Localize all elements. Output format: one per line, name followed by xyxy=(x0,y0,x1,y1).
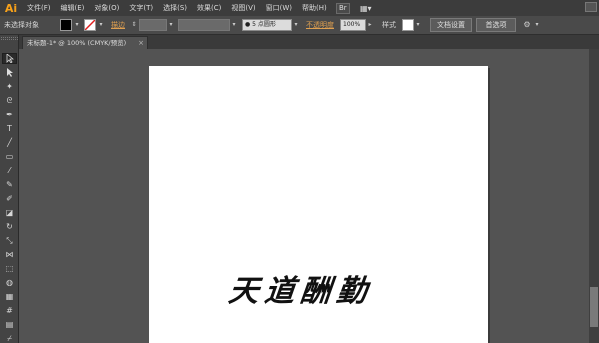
app-logo: Ai xyxy=(4,1,18,15)
menu-effect[interactable]: 效果(C) xyxy=(192,0,226,16)
mesh-tool-icon[interactable]: # xyxy=(2,305,17,316)
arrange-documents-button[interactable]: ▦▾ xyxy=(356,3,376,14)
stroke-dropdown-icon[interactable]: ▾ xyxy=(97,19,105,31)
menu-edit[interactable]: 编辑(E) xyxy=(56,0,90,16)
stroke-label[interactable]: 描边 xyxy=(111,19,125,31)
scale-tool-icon[interactable]: ⤡ xyxy=(2,235,17,246)
fill-dropdown-icon[interactable]: ▾ xyxy=(73,19,81,31)
vertical-scrollbar-thumb[interactable] xyxy=(590,287,598,327)
bridge-button[interactable]: Br xyxy=(335,2,350,14)
menu-window[interactable]: 窗口(W) xyxy=(261,0,297,16)
eraser-tool-icon[interactable]: ◪ xyxy=(2,207,17,218)
menu-select[interactable]: 选择(S) xyxy=(158,0,192,16)
menu-help[interactable]: 帮助(H) xyxy=(297,0,332,16)
shape-builder-tool-icon[interactable]: ◍ xyxy=(2,277,17,288)
style-dropdown-icon[interactable]: ▾ xyxy=(414,19,422,31)
style-label: 样式 xyxy=(382,21,396,29)
panel-options-icon[interactable]: ⚙ xyxy=(521,19,533,31)
selection-status: 未选择对象 xyxy=(4,21,39,29)
variable-width-field[interactable] xyxy=(178,19,230,31)
panel-menu-icon[interactable]: ▾ xyxy=(533,19,541,31)
opacity-dropdown-icon[interactable]: ▸ xyxy=(366,19,374,31)
document-tab[interactable]: 未标题-1* @ 100% (CMYK/预览) × xyxy=(22,36,148,49)
free-transform-tool-icon[interactable]: ⬚ xyxy=(2,263,17,274)
menu-bar: Ai 文件(F) 编辑(E) 对象(O) 文字(T) 选择(S) 效果(C) 视… xyxy=(0,0,599,16)
close-tab-icon[interactable]: × xyxy=(138,37,144,49)
menu-object[interactable]: 对象(O) xyxy=(89,0,124,16)
document-setup-button[interactable]: 文档设置 xyxy=(430,18,472,32)
brush-dropdown-icon[interactable]: ▾ xyxy=(292,19,300,31)
stroke-weight-dropdown-icon[interactable]: ▾ xyxy=(167,19,175,31)
type-tool-icon[interactable]: T xyxy=(2,123,17,134)
paintbrush-tool-icon[interactable]: ⁄ xyxy=(2,165,17,176)
artboard[interactable]: 天道酬勤 xyxy=(149,66,488,343)
eyedropper-tool-icon[interactable]: ⌿ xyxy=(2,333,17,343)
variable-width-dropdown-icon[interactable]: ▾ xyxy=(230,19,238,31)
opacity-field[interactable]: 100% xyxy=(340,19,366,31)
pencil-tool-icon[interactable]: ✎ xyxy=(2,179,17,190)
window-control[interactable] xyxy=(585,2,597,12)
gradient-tool-icon[interactable]: ▤ xyxy=(2,319,17,330)
selection-tool-icon[interactable] xyxy=(2,53,17,64)
pen-tool-icon[interactable]: ✒ xyxy=(2,109,17,120)
opacity-label[interactable]: 不透明度 xyxy=(306,19,334,31)
menu-file[interactable]: 文件(F) xyxy=(22,0,56,16)
menu-view[interactable]: 视图(V) xyxy=(226,0,260,16)
tools-panel: ✦ ᘓ ✒ T ╱ ▭ ⁄ ✎ ✐ ◪ ↻ ⤡ ⋈ ⬚ ◍ ▦ # ▤ ⌿ xyxy=(0,35,19,343)
stroke-weight-field[interactable] xyxy=(139,19,167,31)
perspective-grid-tool-icon[interactable]: ▦ xyxy=(2,291,17,302)
rotate-tool-icon[interactable]: ↻ xyxy=(2,221,17,232)
width-tool-icon[interactable]: ⋈ xyxy=(2,249,17,260)
menu-type[interactable]: 文字(T) xyxy=(124,0,158,16)
magic-wand-tool-icon[interactable]: ✦ xyxy=(2,81,17,92)
document-tab-bar: 未标题-1* @ 100% (CMYK/预览) × xyxy=(0,35,599,49)
document-tab-title: 未标题-1* @ 100% (CMYK/预览) xyxy=(27,39,127,47)
line-tool-icon[interactable]: ╱ xyxy=(2,137,17,148)
vertical-scrollbar[interactable] xyxy=(589,49,599,343)
stroke-weight-stepper[interactable]: ⇕ xyxy=(130,19,138,31)
control-bar: 未选择对象 ▾ ▾ 描边 ⇕ ▾ ▾ ● 5 点圆形 ▾ 不透明度 100% ▸… xyxy=(0,16,599,35)
stroke-swatch[interactable] xyxy=(84,19,96,31)
blob-brush-tool-icon[interactable]: ✐ xyxy=(2,193,17,204)
preferences-button[interactable]: 首选项 xyxy=(476,18,516,32)
fill-swatch[interactable] xyxy=(60,19,72,31)
no-stroke-icon xyxy=(85,20,95,30)
lasso-tool-icon[interactable]: ᘓ xyxy=(2,95,17,106)
rectangle-tool-icon[interactable]: ▭ xyxy=(2,151,17,162)
direct-selection-tool-icon[interactable] xyxy=(2,67,17,78)
brush-definition-field[interactable]: ● 5 点圆形 xyxy=(242,19,292,31)
panel-grip-handle[interactable] xyxy=(1,37,18,40)
calligraphy-artwork[interactable]: 天道酬勤 xyxy=(227,266,376,310)
graphic-style-swatch[interactable] xyxy=(402,19,414,31)
